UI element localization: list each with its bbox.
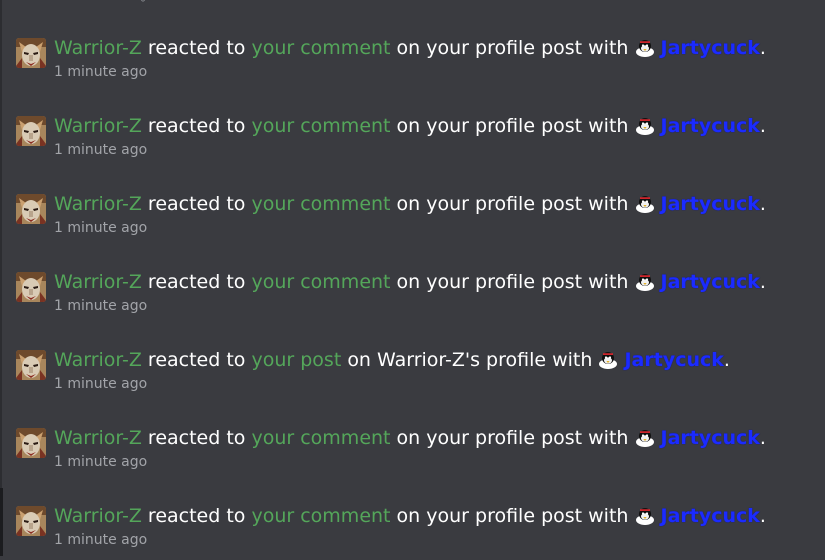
reaction-name: Jartycuck [660, 115, 760, 137]
avatar[interactable] [16, 350, 46, 380]
alert-end-punctuation: . [759, 505, 766, 527]
alert-verb: reacted to [147, 115, 246, 137]
alert-timestamp: 1 minute ago [54, 454, 148, 470]
alert-verb: reacted to [147, 427, 246, 449]
alert-timestamp: 1 minute ago [54, 142, 148, 158]
alert-item[interactable]: Warrior-Z reacted to your comment on you… [16, 114, 816, 170]
content-link[interactable]: your comment [251, 427, 390, 449]
username-link[interactable]: Warrior-Z [54, 271, 142, 293]
penguin-face-icon [635, 117, 655, 135]
penguin-face-icon [635, 195, 655, 213]
alert-text: Warrior-Z reacted to your comment on you… [54, 192, 766, 216]
reaction-name: Jartycuck [660, 37, 760, 59]
avatar[interactable] [16, 428, 46, 458]
content-link[interactable]: your post [251, 349, 341, 371]
reaction-name: Jartycuck [660, 505, 760, 527]
alert-item[interactable]: Warrior-Z reacted to your comment on you… [16, 504, 816, 560]
alert-text: Warrior-Z reacted to your comment on you… [54, 426, 766, 450]
alert-timestamp: 1 minute ago [54, 64, 148, 80]
alert-end-punctuation: . [759, 427, 766, 449]
username-link[interactable]: Warrior-Z [54, 505, 142, 527]
alert-verb: reacted to [147, 193, 246, 215]
penguin-face-icon [635, 273, 655, 291]
reaction-name: Jartycuck [660, 271, 760, 293]
avatar[interactable] [16, 272, 46, 302]
alert-end-punctuation: . [759, 115, 766, 137]
alert-end-punctuation: . [759, 193, 766, 215]
content-link[interactable]: your comment [251, 193, 390, 215]
alert-context: on your profile post with [396, 115, 629, 137]
alert-timestamp: 1 minute ago [54, 298, 148, 314]
penguin-face-icon [635, 429, 655, 447]
avatar-image [16, 428, 46, 458]
alert-context: on Warrior-Z's profile with [347, 349, 593, 371]
content-link[interactable]: your comment [251, 505, 390, 527]
alert-text: Warrior-Z reacted to your comment on you… [54, 504, 766, 528]
alert-timestamp: 1 minute ago [54, 532, 148, 548]
alert-verb: reacted to [147, 349, 246, 371]
avatar[interactable] [16, 194, 46, 224]
avatar-image [16, 350, 46, 380]
avatar-image [16, 506, 46, 536]
alert-text: Warrior-Z reacted to your comment on you… [54, 270, 766, 294]
alert-item[interactable]: Warrior-Z reacted to your post on Warrio… [16, 348, 816, 404]
avatar[interactable] [16, 116, 46, 146]
avatar-image [16, 116, 46, 146]
content-link[interactable]: your comment [251, 115, 390, 137]
username-link[interactable]: Warrior-Z [54, 427, 142, 449]
alert-context: on your profile post with [396, 427, 629, 449]
content-link[interactable]: your comment [251, 271, 390, 293]
penguin-face-icon [635, 39, 655, 57]
alert-end-punctuation: . [759, 271, 766, 293]
username-link[interactable]: Warrior-Z [54, 193, 142, 215]
penguin-face-icon [635, 507, 655, 525]
partial-timestamp-above: ° [140, 0, 146, 10]
alert-text: Warrior-Z reacted to your post on Warrio… [54, 348, 730, 372]
alert-text: Warrior-Z reacted to your comment on you… [54, 36, 766, 60]
avatar[interactable] [16, 506, 46, 536]
avatar[interactable] [16, 38, 46, 68]
left-edge-shadow [0, 488, 3, 556]
username-link[interactable]: Warrior-Z [54, 349, 142, 371]
alert-item[interactable]: Warrior-Z reacted to your comment on you… [16, 192, 816, 248]
reaction-name: Jartycuck [660, 427, 760, 449]
alert-item[interactable]: Warrior-Z reacted to your comment on you… [16, 36, 816, 92]
avatar-image [16, 38, 46, 68]
content-link[interactable]: your comment [251, 37, 390, 59]
reaction-name: Jartycuck [660, 193, 760, 215]
alert-item[interactable]: Warrior-Z reacted to your comment on you… [16, 270, 816, 326]
avatar-image [16, 272, 46, 302]
alert-context: on your profile post with [396, 271, 629, 293]
username-link[interactable]: Warrior-Z [54, 115, 142, 137]
alert-item[interactable]: Warrior-Z reacted to your comment on you… [16, 426, 816, 482]
alert-end-punctuation: . [759, 37, 766, 59]
left-edge-divider [0, 0, 2, 556]
alert-end-punctuation: . [723, 349, 730, 371]
reaction-name: Jartycuck [624, 349, 724, 371]
alert-timestamp: 1 minute ago [54, 220, 148, 236]
alert-verb: reacted to [147, 505, 246, 527]
username-link[interactable]: Warrior-Z [54, 37, 142, 59]
penguin-face-icon [598, 351, 618, 369]
avatar-image [16, 194, 46, 224]
alert-context: on your profile post with [396, 505, 629, 527]
alert-context: on your profile post with [396, 193, 629, 215]
alert-timestamp: 1 minute ago [54, 376, 148, 392]
alert-verb: reacted to [147, 37, 246, 59]
alert-verb: reacted to [147, 271, 246, 293]
alert-context: on your profile post with [396, 37, 629, 59]
alert-text: Warrior-Z reacted to your comment on you… [54, 114, 766, 138]
